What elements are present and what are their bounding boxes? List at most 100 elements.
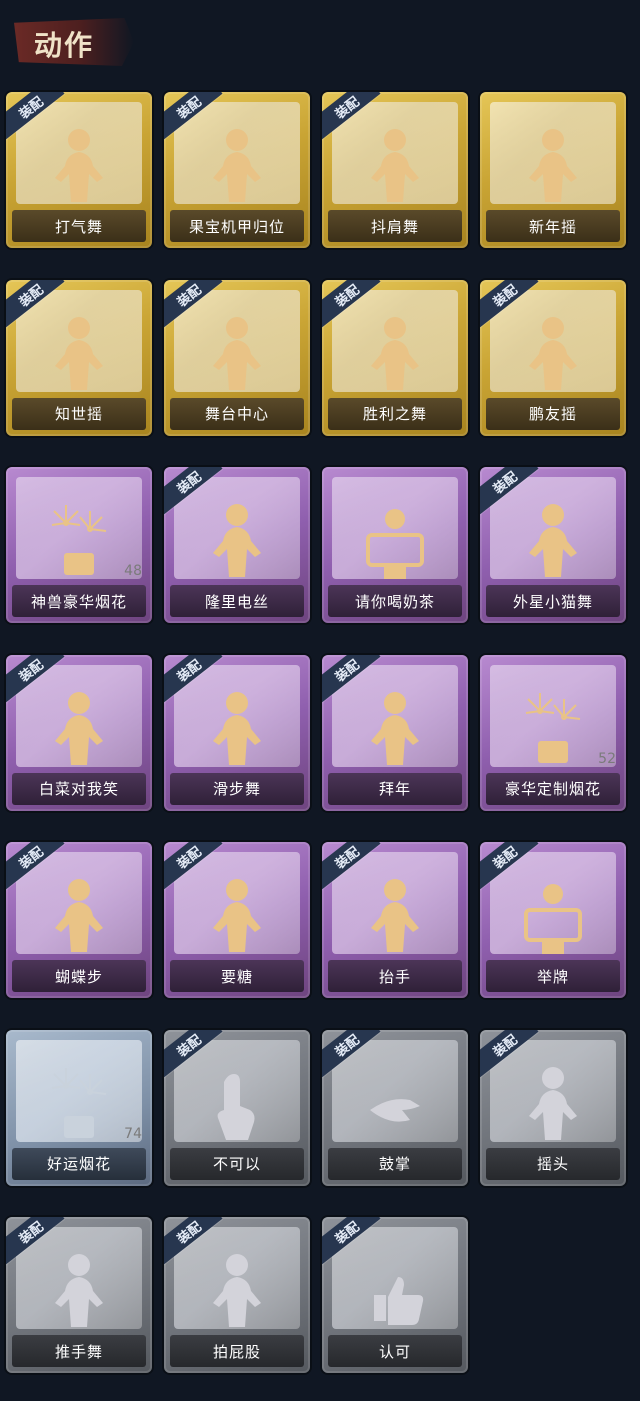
item-count: 52 [598,750,616,767]
fireworks-icon [520,689,586,769]
emote-label: 要糖 [220,967,253,986]
emote-card[interactable]: 装配 认可 [322,1217,468,1373]
emote-card[interactable]: 装配 隆里电丝 [164,467,310,623]
emote-card[interactable]: 装配 拜年 [322,654,468,811]
dance-figure-icon [204,501,270,581]
clapping-hands-icon [362,1064,428,1144]
emote-label: 新年摇 [528,217,577,236]
emote-card[interactable]: 装配 打气舞 [6,92,152,248]
emote-label: 果宝机甲归位 [188,217,285,236]
emote-card[interactable]: 装配 不可以 [164,1029,310,1186]
emote-card[interactable]: 装配 外星小猫舞 [480,467,626,623]
dance-figure-icon [204,689,270,769]
emote-card[interactable]: 请你喝奶茶 [322,467,468,623]
dance-figure-icon [520,126,586,206]
emote-card[interactable]: 装配 举牌 [480,842,626,998]
dance-figure-icon [204,1251,270,1331]
emote-label: 蝴蝶步 [54,967,103,986]
dance-figure-icon [46,126,112,206]
emote-label-bar: 胜利之舞 [328,397,462,430]
emote-label: 拍屁股 [212,1342,261,1361]
emote-label-bar: 摇头 [486,1147,620,1180]
emote-label-bar: 鹏友摇 [486,397,620,430]
dance-figure-icon [204,126,270,206]
emote-label-bar: 蝴蝶步 [12,960,146,992]
dance-figure-icon [520,314,586,394]
emote-label-bar: 外星小猫舞 [486,585,620,617]
fireworks-icon [46,501,112,581]
emote-card[interactable]: 新年摇 [480,92,626,248]
dance-figure-icon [520,1064,586,1144]
emote-card[interactable]: 装配 知世摇 [6,279,152,436]
emote-card[interactable]: 装配 要糖 [164,842,310,998]
emote-label-bar: 请你喝奶茶 [328,585,462,617]
emote-card[interactable]: 装配 舞台中心 [164,279,310,436]
dance-figure-icon [362,876,428,956]
emote-label: 舞台中心 [204,405,269,423]
emote-label: 举牌 [536,967,569,986]
emote-card[interactable]: 装配 抬手 [322,842,468,998]
emote-label-bar: 认可 [328,1335,462,1367]
dance-figure-icon [46,314,112,394]
emote-card[interactable]: 装配 推手舞 [6,1217,152,1373]
emote-label-bar: 白菜对我笑 [12,772,146,805]
finger-wag-icon [204,1064,270,1144]
emote-label-bar: 神兽豪华烟花 [12,585,146,617]
emote-label: 打气舞 [54,217,103,236]
dance-figure-icon [46,1251,112,1331]
emote-label-bar: 果宝机甲归位 [170,210,304,242]
emote-label: 认可 [378,1342,411,1361]
emote-label: 抬手 [378,967,411,986]
emote-label: 拜年 [378,780,411,798]
fireworks-icon [46,1064,112,1144]
emote-label: 请你喝奶茶 [354,592,435,611]
emote-card[interactable]: 装配 滑步舞 [164,654,310,811]
emote-label: 神兽豪华烟花 [30,592,127,611]
emote-card[interactable]: 装配 鼓掌 [322,1029,468,1186]
emote-label: 外星小猫舞 [512,592,593,611]
item-count: 48 [124,563,142,579]
emote-label: 好运烟花 [46,1155,111,1173]
emote-label: 滑步舞 [212,780,261,798]
dance-figure-icon [362,689,428,769]
dance-figure-icon [362,126,428,206]
emote-label-bar: 拍屁股 [170,1335,304,1367]
emote-card[interactable]: 装配 鹏友摇 [480,279,626,436]
dance-figure-icon [46,689,112,769]
emote-label-bar: 隆里电丝 [170,585,304,617]
emote-label-bar: 举牌 [486,960,620,992]
emote-label: 摇头 [536,1155,569,1173]
dance-figure-icon [204,876,270,956]
emote-label: 推手舞 [54,1342,103,1361]
dance-figure-icon [204,314,270,394]
emote-label: 鼓掌 [378,1155,411,1173]
emote-card[interactable]: 装配 蝴蝶步 [6,842,152,998]
emote-label-bar: 滑步舞 [170,772,304,805]
emote-label-bar: 拜年 [328,772,462,805]
emote-label-bar: 舞台中心 [170,397,304,430]
sign-holding-icon [520,876,586,956]
emote-label-bar: 要糖 [170,960,304,992]
emote-label-bar: 不可以 [170,1147,304,1180]
emote-label: 不可以 [212,1155,261,1173]
milk-tea-sign-icon [362,501,428,581]
emote-card[interactable]: 装配 胜利之舞 [322,279,468,436]
emote-label-bar: 鼓掌 [328,1147,462,1180]
emote-card[interactable]: 装配 摇头 [480,1029,626,1186]
dance-figure-icon [46,876,112,956]
emote-grid: 装配 打气舞 装配 果宝机甲归位 装配 抖肩舞 新年摇 装配 知世摇 装配 舞台中心 装配… [0,0,640,1401]
emote-card[interactable]: 装配 拍屁股 [164,1217,310,1373]
emote-card[interactable]: 装配 抖肩舞 [322,92,468,248]
emote-label-bar: 抬手 [328,960,462,992]
emote-card[interactable]: 48 神兽豪华烟花 [6,467,152,623]
emote-label-bar: 豪华定制烟花 [486,772,620,805]
emote-card[interactable]: 装配 白菜对我笑 [6,654,152,811]
emote-label: 抖肩舞 [370,217,419,236]
emote-label-bar: 打气舞 [12,210,146,242]
emote-card[interactable]: 装配 果宝机甲归位 [164,92,310,248]
emote-label-bar: 推手舞 [12,1335,146,1367]
dance-figure-icon [520,501,586,581]
thumbs-up-icon [362,1251,428,1331]
emote-card[interactable]: 52 豪华定制烟花 [480,654,626,811]
emote-card[interactable]: 74 好运烟花 [6,1029,152,1186]
